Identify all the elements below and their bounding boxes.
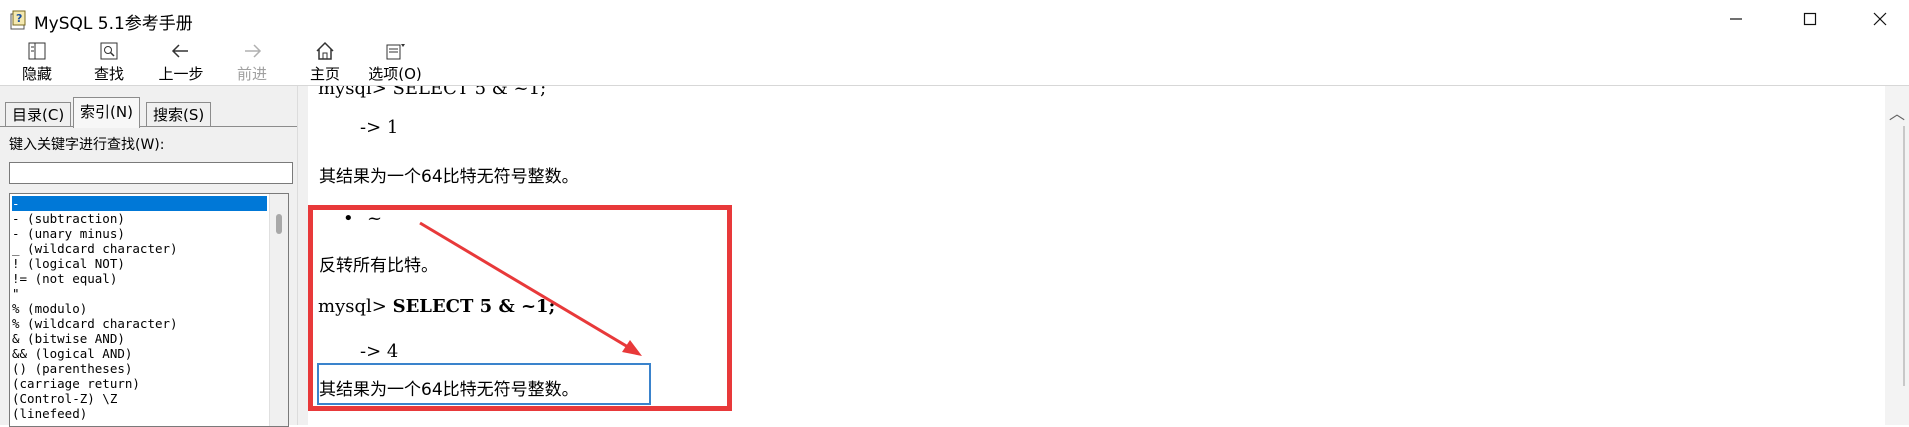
tab-divider [0, 126, 297, 127]
close-icon [1873, 12, 1887, 26]
list-item[interactable]: % (wildcard character) [12, 316, 267, 331]
list-item[interactable]: & (bitwise AND) [12, 331, 267, 346]
tab-contents[interactable]: 目录(C) [5, 102, 72, 127]
minimize-icon [1730, 18, 1742, 20]
find-button[interactable]: 查找 [74, 40, 144, 84]
annotation-arrow [419, 221, 642, 356]
maximize-icon [1803, 12, 1817, 26]
index-scrollbar-thumb[interactable] [276, 214, 282, 234]
list-item[interactable]: - (subtraction) [12, 211, 267, 226]
hide-button[interactable]: 隐藏 [2, 40, 72, 84]
list-item[interactable]: (Control-Z) \Z [12, 391, 267, 406]
svg-text:?: ? [16, 12, 22, 25]
index-scrollbar[interactable] [269, 194, 288, 426]
minimize-button[interactable] [1708, 0, 1764, 38]
home-button[interactable]: 主页 [290, 40, 360, 84]
find-icon [97, 40, 121, 62]
title-bar: ? MySQL 5.1参考手册 [0, 0, 1909, 38]
topic-content: mysql> SELECT 5 & ~1; -> 1 其结果为一个64比特无符号… [308, 86, 1885, 425]
list-item[interactable]: _ (wildcard character) [12, 241, 267, 256]
tab-strip: 目录(C) 索引(N) 搜索(S) [0, 94, 297, 128]
window-title: MySQL 5.1参考手册 [34, 14, 193, 34]
list-item[interactable]: " [12, 286, 267, 301]
hide-icon [25, 40, 49, 62]
scrollbar-track[interactable] [1903, 126, 1905, 386]
keyword-label: 键入关键字进行查找(W): [9, 137, 165, 153]
content-scrollbar[interactable]: ︿ [1885, 86, 1909, 425]
tab-search[interactable]: 搜索(S) [146, 102, 212, 127]
list-item[interactable]: && (logical AND) [12, 346, 267, 361]
close-button[interactable] [1852, 0, 1908, 38]
forward-button[interactable]: 前进 [217, 40, 287, 84]
list-item[interactable]: (linefeed) [12, 406, 267, 421]
back-arrow-icon [169, 40, 193, 62]
list-item[interactable]: - [12, 196, 267, 211]
keyword-input[interactable] [9, 162, 293, 184]
toolbar: 隐藏 查找 上一步 前进 主页 选项(O) [0, 38, 1909, 86]
list-item[interactable]: (carriage return) [12, 376, 267, 391]
maximize-button[interactable] [1782, 0, 1838, 38]
scroll-up-icon[interactable]: ︿ [1889, 100, 1905, 124]
list-item[interactable]: () (parentheses) [12, 361, 267, 376]
list-item[interactable]: ! (logical NOT) [12, 256, 267, 271]
list-item[interactable]: != (not equal) [12, 271, 267, 286]
options-button[interactable]: 选项(O) [360, 40, 430, 84]
help-file-icon: ? [10, 10, 26, 30]
index-list[interactable]: - - (subtraction) - (unary minus) _ (wil… [9, 193, 289, 427]
back-button[interactable]: 上一步 [146, 40, 216, 84]
list-item[interactable]: % (modulo) [12, 301, 267, 316]
tab-index[interactable]: 索引(N) [73, 97, 140, 128]
options-icon [383, 40, 407, 62]
forward-arrow-icon [240, 40, 264, 62]
list-item[interactable]: - (unary minus) [12, 226, 267, 241]
navigation-pane: 目录(C) 索引(N) 搜索(S) 键入关键字进行查找(W): - - (sub… [0, 86, 297, 427]
home-icon [313, 40, 337, 62]
